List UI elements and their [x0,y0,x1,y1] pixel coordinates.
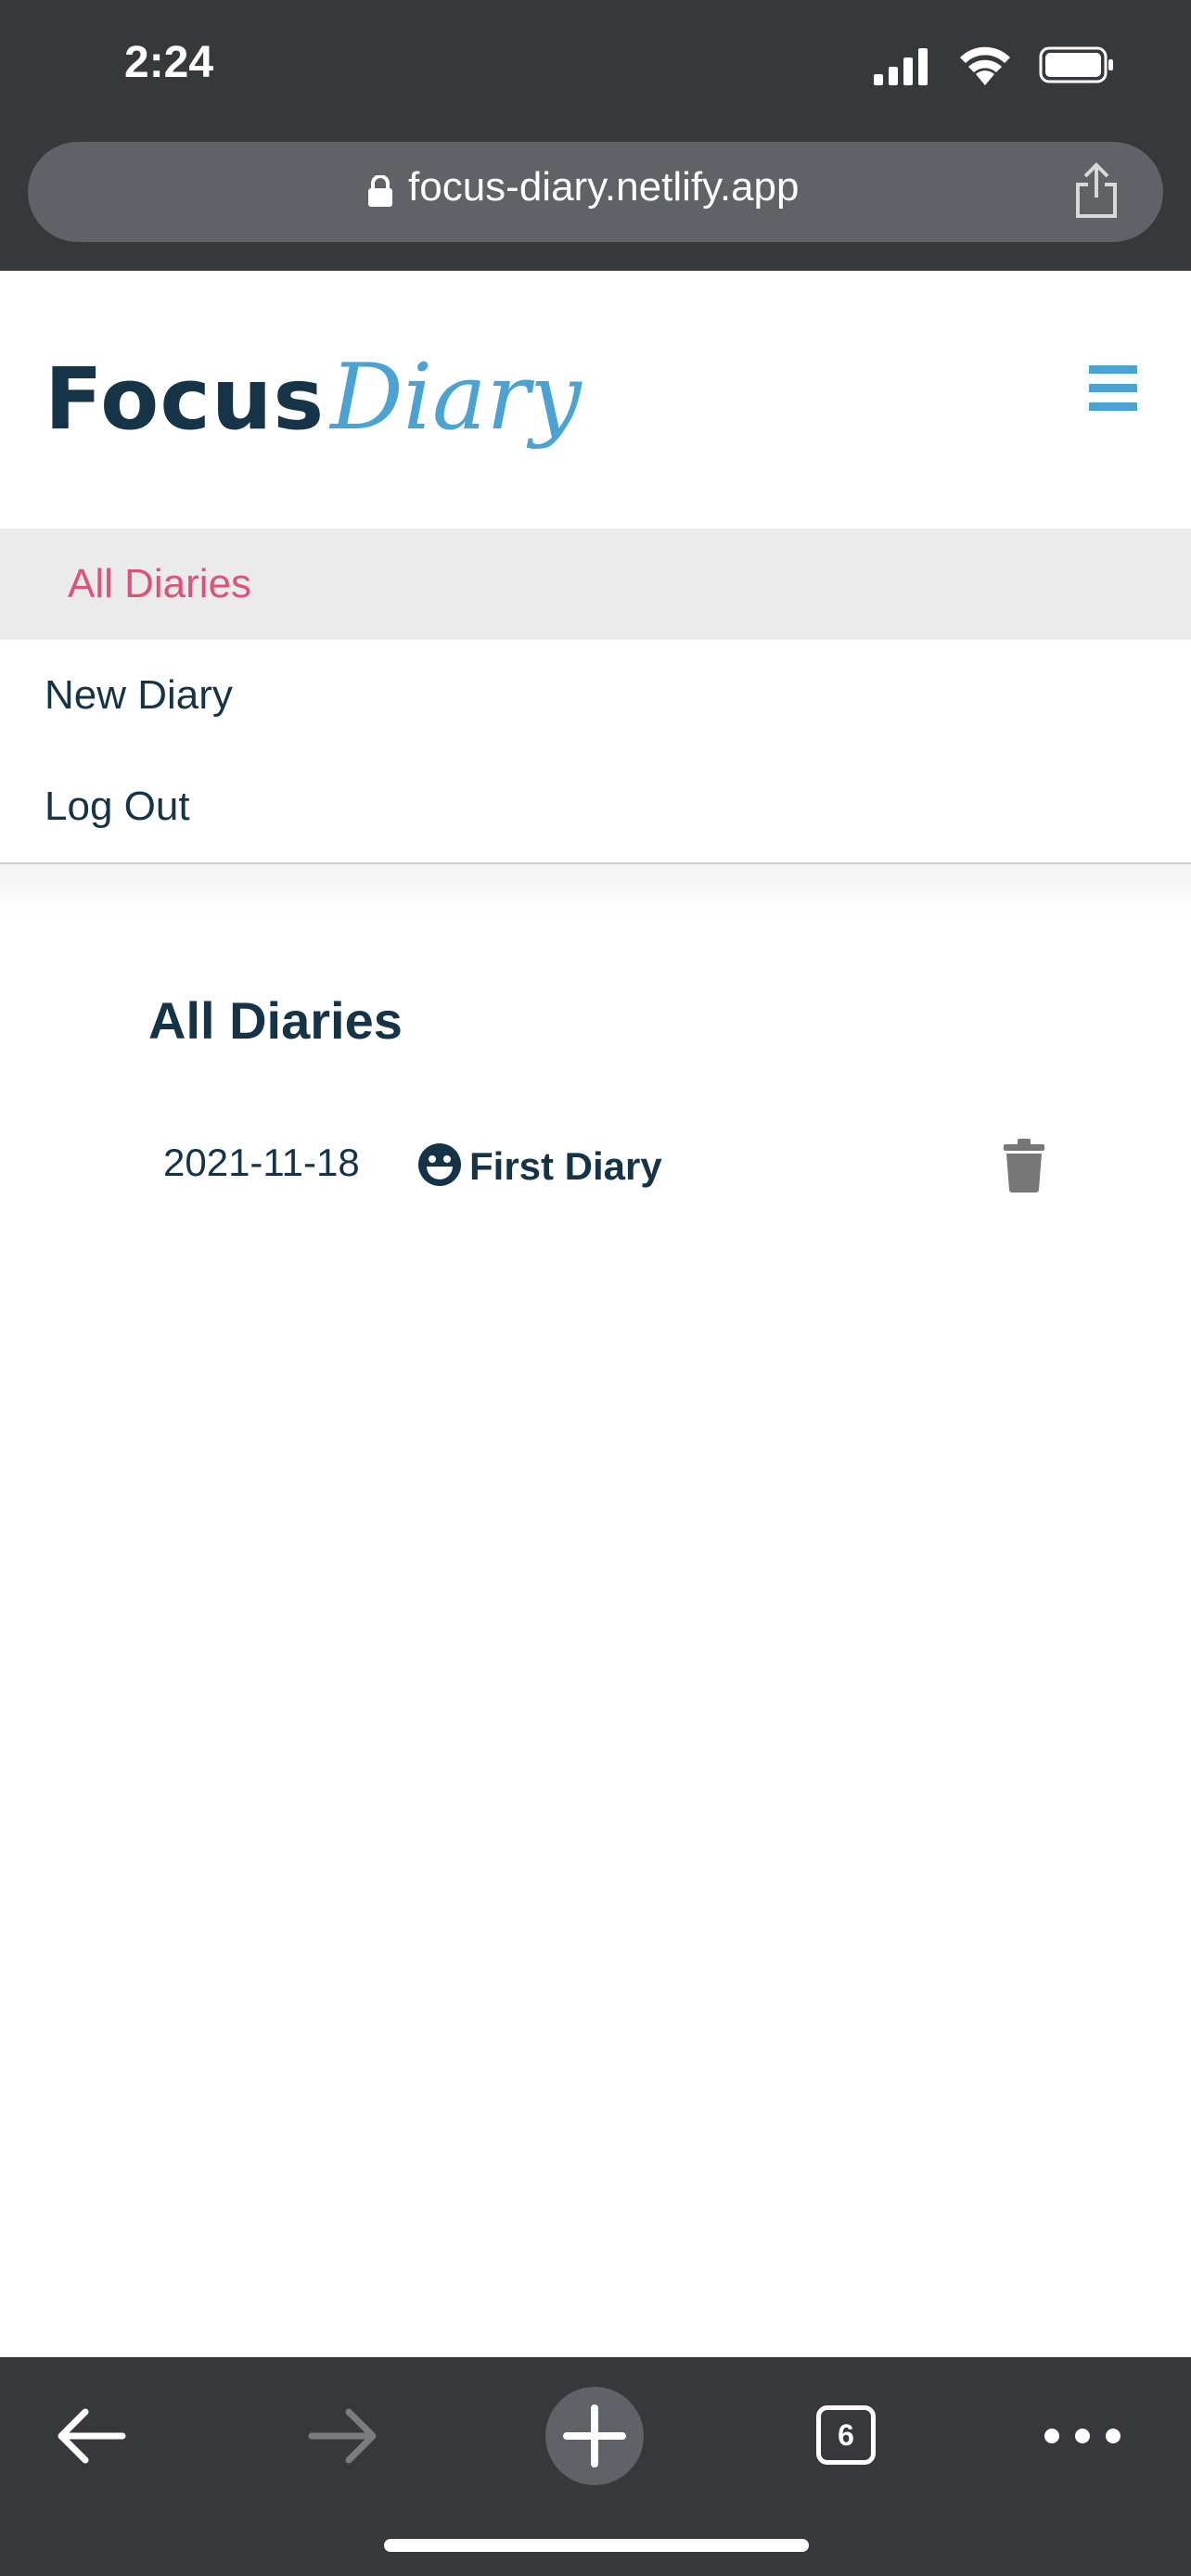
share-icon[interactable] [1072,162,1121,220]
status-icons [837,45,1115,91]
trash-icon[interactable] [1002,1139,1046,1192]
browser-top-bar: 2:24 focus-diary.netlify.app [0,0,1191,271]
grinning-face-icon [418,1143,461,1186]
page-title: All Diaries [148,991,403,1050]
tabs-count: 6 [816,2405,876,2465]
site-header: FocusDiary [0,271,1191,529]
wifi-icon [960,46,1010,85]
address-bar[interactable]: focus-diary.netlify.app [28,142,1163,242]
nav-shadow [0,864,1191,920]
nav-item-new-diary[interactable]: New Diary [0,640,1191,751]
diary-list-item[interactable]: 2021-11-18 First Diary [163,1129,1054,1204]
more-options-icon[interactable] [1031,2385,1133,2487]
forward-arrow-icon[interactable] [291,2385,393,2487]
nav-menu: All Diaries New Diary Log Out [0,529,1191,862]
cellular-signal-icon [874,48,928,85]
battery-icon [1039,46,1113,83]
new-tab-plus-icon[interactable] [544,2385,646,2487]
nav-item-all-diaries[interactable]: All Diaries [0,529,1191,640]
diary-date: 2021-11-18 [163,1141,360,1184]
status-time: 2:24 [124,38,214,87]
diary-title[interactable]: First Diary [469,1144,662,1189]
logo[interactable]: FocusDiary [45,345,582,451]
logo-focus-text: Focus [45,350,326,449]
url-text: focus-diary.netlify.app [408,164,800,210]
logo-diary-text: Diary [330,345,582,451]
home-indicator [384,2539,809,2552]
back-arrow-icon[interactable] [41,2385,143,2487]
hamburger-menu-icon[interactable] [1089,365,1137,412]
lock-icon [368,175,392,207]
nav-item-log-out[interactable]: Log Out [0,751,1191,862]
tabs-button[interactable]: 6 [798,2385,900,2487]
